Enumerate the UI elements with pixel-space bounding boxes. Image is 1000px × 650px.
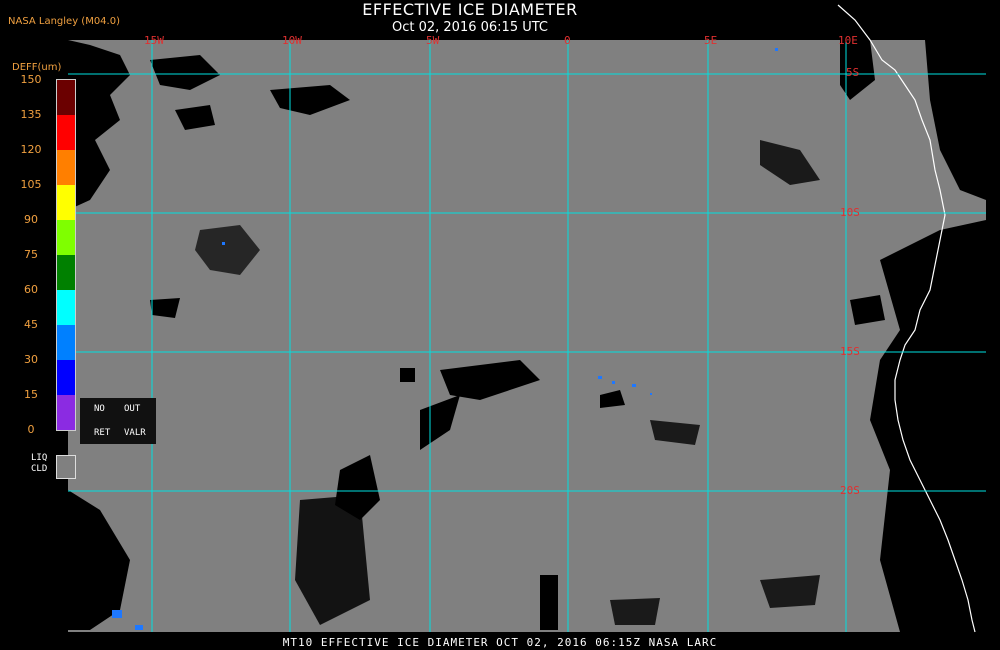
legend-no: NO (94, 404, 105, 414)
liq-text: LIQ (31, 453, 48, 463)
color-scale-segment (57, 115, 75, 150)
lon-label-10e: 10E (838, 34, 858, 47)
map-subtitle: Oct 02, 2016 06:15 UTC (392, 20, 548, 35)
liquid-cloud-swatch (56, 455, 76, 479)
legend-out: OUT (124, 404, 141, 414)
color-scale-segment (57, 290, 75, 325)
scale-title: DEFF(um) (12, 62, 62, 73)
lon-label-5e: 5E (704, 34, 718, 47)
scale-tick: 0 (27, 423, 35, 436)
scale-tick: 135 (20, 108, 42, 121)
lon-label-0: 0 (564, 34, 571, 47)
color-scale-bar (56, 79, 76, 431)
color-scale-segment (57, 80, 75, 115)
scale-tick: 75 (24, 248, 38, 261)
color-scale-segment (57, 360, 75, 395)
scale-tick: 120 (20, 143, 42, 156)
cld-text: CLD (31, 464, 48, 474)
scale-tick: 150 (20, 73, 42, 86)
color-scale-segment (57, 220, 75, 255)
lat-label-5s: 5S (846, 66, 860, 79)
liquid-cloud-field (68, 40, 986, 632)
legend-valr: VALR (124, 428, 146, 438)
lon-label-5w: 5W (426, 34, 440, 47)
map-title: EFFECTIVE ICE DIAMETER (362, 0, 578, 19)
lat-label-20s: 20S (840, 484, 860, 497)
scale-tick: 90 (24, 213, 38, 226)
lon-label-10w: 10W (282, 34, 302, 47)
lat-label-10s: 10S (840, 206, 860, 219)
color-scale-segment (57, 185, 75, 220)
color-scale-segment (57, 255, 75, 290)
scale-tick: 105 (20, 178, 42, 191)
retrieval-legend: NO OUT RET VALR (80, 398, 156, 444)
color-scale-segment (57, 150, 75, 185)
satellite-map (68, 4, 986, 633)
legend-ret: RET (94, 428, 111, 438)
lon-label-15w: 15W (144, 34, 164, 47)
lat-label-15s: 15S (840, 345, 860, 358)
scale-tick: 30 (24, 353, 38, 366)
scale-tick: 15 (24, 388, 38, 401)
footer-caption: MT10 EFFECTIVE ICE DIAMETER OCT 02, 2016… (282, 636, 718, 649)
scale-tick: 45 (24, 318, 38, 331)
color-scale-segment (57, 325, 75, 360)
scale-tick: 60 (24, 283, 38, 296)
color-scale-segment (57, 395, 75, 430)
liquid-cloud-label: LIQ CLD (31, 453, 47, 475)
